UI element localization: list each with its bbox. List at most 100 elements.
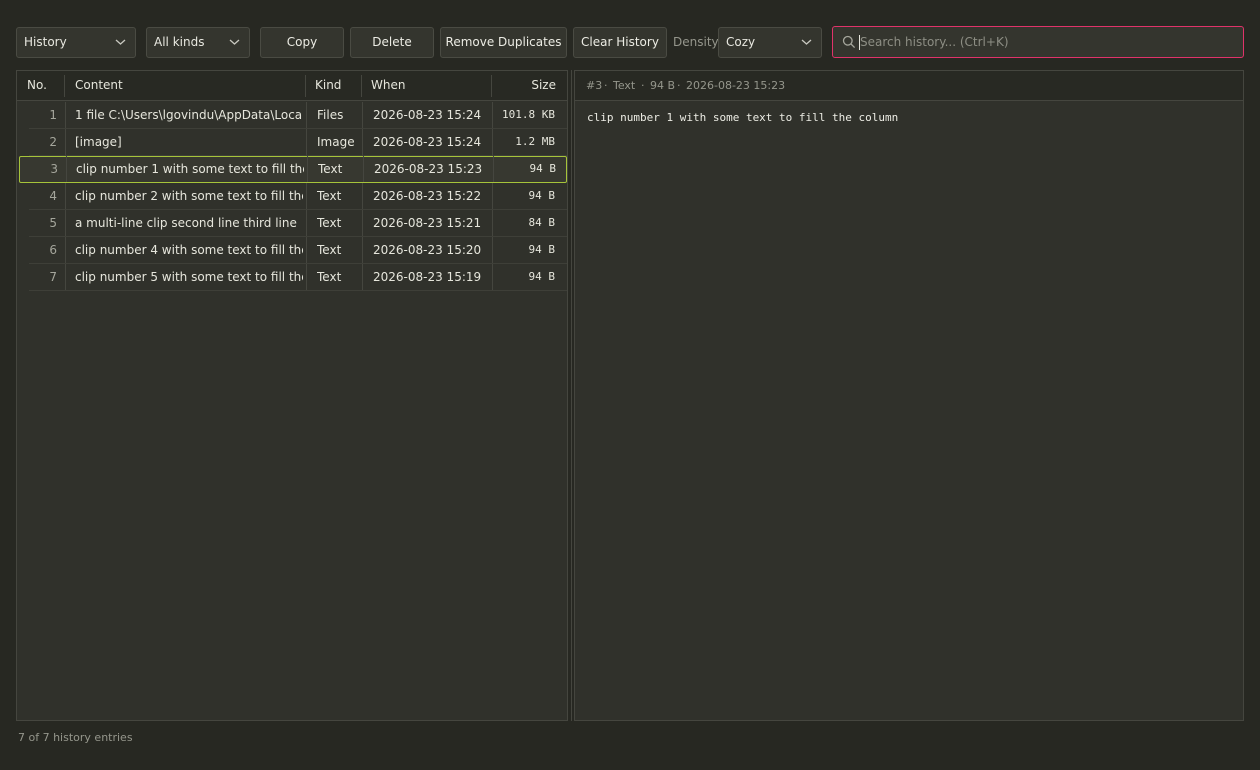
column-header-kind[interactable]: Kind [315,71,341,100]
row-kind: Files [317,108,344,122]
column-header-size[interactable]: Size [501,71,556,100]
cell-divider [65,237,66,263]
cell-divider [363,156,364,182]
row-kind: Text [317,243,342,257]
meta-separator: · [641,79,645,92]
row-size: 94 B [528,243,556,256]
column-header-no[interactable]: No. [27,71,47,100]
chevron-down-icon [229,39,240,45]
view-select-value: History [24,35,67,49]
delete-button[interactable]: Delete [350,27,434,58]
table-row[interactable]: 3 clip number 1 with some text to fill th… [19,156,567,183]
cell-divider [362,129,363,155]
cell-divider [362,102,363,128]
column-divider[interactable] [491,75,492,97]
row-number: 6 [49,243,57,257]
row-when: 2026-08-23 15:24 [373,135,482,149]
row-content: 1 file C:\Users\lgovindu\AppData\Local\.… [75,108,303,122]
cell-divider [66,156,67,182]
cell-divider [492,237,493,263]
row-number: 1 [49,108,57,122]
row-content: [image] [75,135,122,149]
preview-meta-id: #3 [586,79,603,92]
density-label: Density [673,35,719,49]
cell-divider [65,264,66,290]
row-kind: Text [318,162,343,176]
cell-divider [362,210,363,236]
remove-duplicates-button[interactable]: Remove Duplicates [440,27,567,58]
clear-history-button[interactable]: Clear History [573,27,667,58]
row-kind: Text [317,270,342,284]
density-select[interactable]: Cozy [718,27,822,58]
row-size: 94 B [529,162,557,175]
cell-divider [306,210,307,236]
row-when: 2026-08-23 15:23 [374,162,483,176]
copy-button[interactable]: Copy [260,27,344,58]
row-content: a multi-line clip second line third line [75,216,297,230]
cell-divider [65,129,66,155]
pane-splitter[interactable] [571,70,572,721]
row-content: clip number 2 with some text to fill the… [75,189,303,203]
view-select[interactable]: History [16,27,136,58]
preview-content[interactable]: clip number 1 with some text to fill the… [587,111,898,124]
row-content: clip number 1 with some text to fill the… [76,162,304,176]
table-row[interactable]: 6 clip number 4 with some text to fill th… [29,237,567,264]
cell-divider [362,237,363,263]
cell-divider [306,102,307,128]
cell-divider [362,264,363,290]
density-select-value: Cozy [726,35,756,49]
cell-divider [306,183,307,209]
meta-separator: · [604,79,608,92]
row-kind: Text [317,189,342,203]
row-number: 2 [49,135,57,149]
row-number: 7 [49,270,57,284]
row-kind: Image [317,135,355,149]
table-row[interactable]: 1 1 file C:\Users\lgovindu\AppData\Local\… [29,102,567,129]
table-row[interactable]: 2 [image] Image 2026-08-23 15:24 1.2 MB [29,129,567,156]
row-content: clip number 5 with some text to fill the… [75,270,303,284]
preview-meta-when: 2026-08-23 15:23 [686,79,786,92]
meta-separator: · [677,79,681,92]
cell-divider [492,183,493,209]
row-size: 101.8 KB [502,108,555,121]
column-divider[interactable] [64,75,65,97]
table-header: No. Content Kind When Size [17,71,567,101]
cell-divider [492,129,493,155]
row-size: 1.2 MB [515,135,555,148]
preview-meta-size: 94 B [650,79,676,92]
search-icon [842,35,856,49]
preview-panel: #3 · Text · 94 B · 2026-08-23 15:23 clip… [574,70,1244,721]
row-size: 94 B [528,189,556,202]
history-table[interactable]: No. Content Kind When Size 1 1 file C:\Us… [16,70,568,721]
cell-divider [493,156,494,182]
column-divider[interactable] [305,75,306,97]
table-row[interactable]: 5 a multi-line clip second line third lin… [29,210,567,237]
table-row[interactable]: 4 clip number 2 with some text to fill th… [29,183,567,210]
row-when: 2026-08-23 15:22 [373,189,482,203]
cell-divider [362,183,363,209]
cell-divider [492,210,493,236]
preview-meta-kind: Text [613,79,636,92]
chevron-down-icon [801,39,812,45]
row-kind: Text [317,216,342,230]
kind-select[interactable]: All kinds [146,27,250,58]
row-content: clip number 4 with some text to fill the… [75,243,303,257]
row-when: 2026-08-23 15:19 [373,270,482,284]
chevron-down-icon [115,39,126,45]
column-divider[interactable] [361,75,362,97]
cell-divider [306,264,307,290]
preview-header: #3 · Text · 94 B · 2026-08-23 15:23 [575,71,1243,101]
row-when: 2026-08-23 15:20 [373,243,482,257]
search-input[interactable]: Search history... (Ctrl+K) [832,26,1244,58]
status-text: 7 of 7 history entries [18,731,133,744]
row-number: 4 [49,189,57,203]
cell-divider [65,183,66,209]
column-header-when[interactable]: When [371,71,405,100]
search-placeholder: Search history... (Ctrl+K) [860,35,1009,49]
table-row[interactable]: 7 clip number 5 with some text to fill th… [29,264,567,291]
row-number: 5 [49,216,57,230]
column-header-content[interactable]: Content [75,71,123,100]
row-when: 2026-08-23 15:21 [373,216,482,230]
cell-divider [65,210,66,236]
cell-divider [306,129,307,155]
